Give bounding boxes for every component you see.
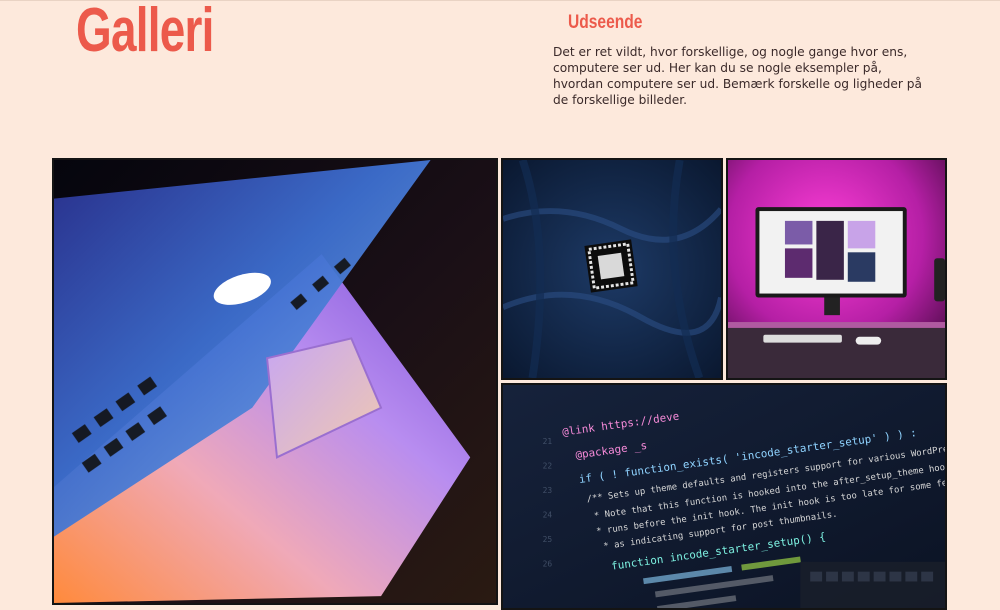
section-description: Det er ret vildt, hvor forskellige, og n…: [553, 45, 922, 107]
chip-photo: [503, 160, 721, 378]
code-photo: @link https://deve @package _s if ( ! fu…: [503, 385, 945, 608]
gallery-image-code[interactable]: @link https://deve @package _s if ( ! fu…: [501, 383, 947, 610]
macbook-photo: [54, 160, 496, 603]
svg-text:23: 23: [543, 486, 553, 495]
section-heading: Udseende: [568, 12, 643, 33]
page-title: Galleri: [76, 0, 214, 65]
svg-text:26: 26: [543, 560, 553, 569]
svg-text:25: 25: [543, 535, 553, 544]
gallery-image-imac[interactable]: [726, 158, 947, 380]
gallery-image-chip[interactable]: [501, 158, 723, 380]
svg-text:21: 21: [543, 437, 553, 446]
imac-photo: [728, 160, 945, 378]
svg-text:24: 24: [543, 511, 553, 520]
svg-text:22: 22: [543, 462, 553, 471]
gallery-image-macbook[interactable]: [52, 158, 498, 605]
